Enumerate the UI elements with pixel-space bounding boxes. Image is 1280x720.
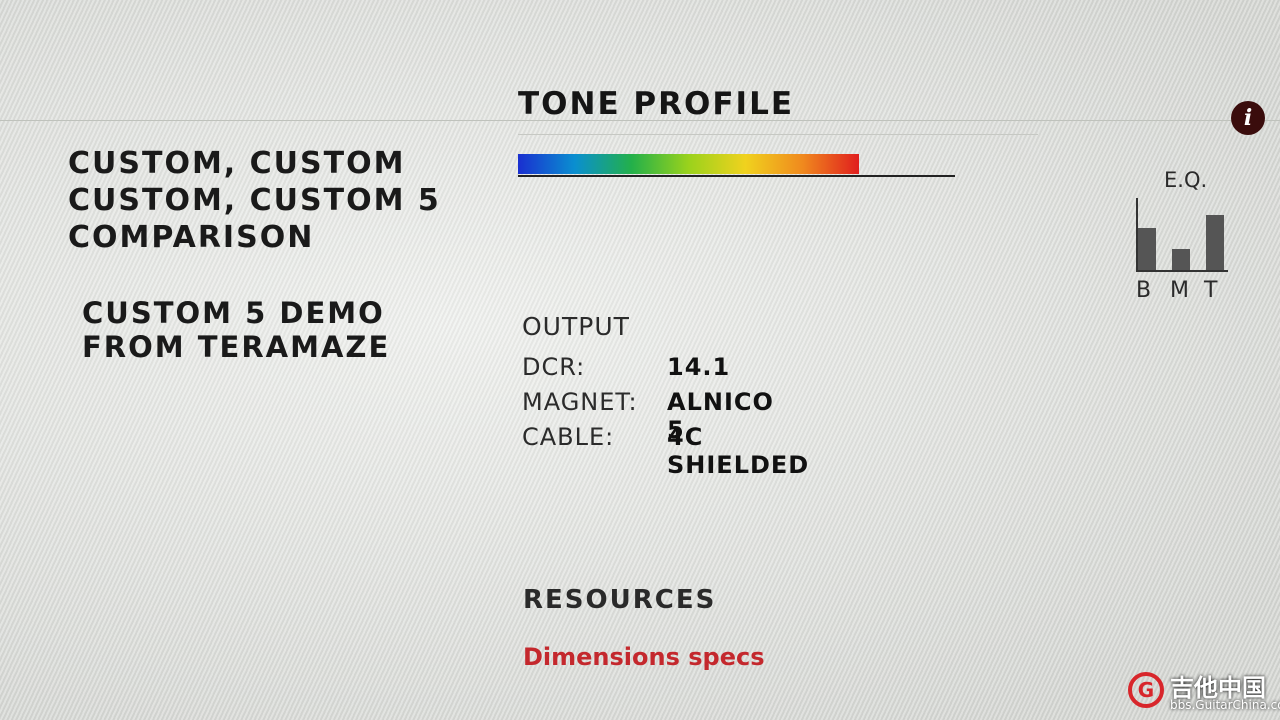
spec-row-cable: CABLE: 4C SHIELDED	[522, 423, 808, 479]
output-heading: OUTPUT	[522, 312, 630, 341]
spec-label: CABLE:	[522, 423, 615, 451]
spec-label: DCR:	[522, 353, 586, 381]
eq-baseline	[1136, 270, 1228, 272]
eq-label-treble: T	[1204, 278, 1218, 303]
demo-video-link[interactable]: CUSTOM 5 DEMO FROM TERAMAZE	[82, 296, 442, 364]
output-specs: OUTPUT DCR: 14.1 MAGNET: ALNICO 5 CABLE:…	[522, 312, 808, 479]
comparison-video-link[interactable]: CUSTOM, CUSTOM CUSTOM, CUSTOM 5 COMPARIS…	[68, 145, 468, 256]
tone-profile-divider	[518, 134, 1038, 135]
eq-label-mid: M	[1170, 278, 1189, 303]
spec-label: MAGNET:	[522, 388, 638, 416]
spec-value: 4C SHIELDED	[667, 423, 810, 479]
eq-title: E.Q.	[1164, 168, 1208, 192]
tone-profile-bar	[518, 154, 955, 177]
tone-profile-fill	[518, 154, 859, 174]
spec-row-magnet: MAGNET: ALNICO 5	[522, 388, 773, 444]
eq-chart: E.Q. B M T	[1134, 168, 1234, 308]
eq-label-bass: B	[1136, 278, 1152, 303]
info-icon[interactable]: i	[1231, 101, 1265, 135]
tone-profile-baseline	[518, 175, 955, 177]
resources-title: RESOURCES	[523, 585, 717, 615]
eq-bar-treble	[1206, 215, 1224, 270]
spec-row-dcr: DCR: 14.1	[522, 353, 729, 388]
watermark-url: bbs.GuitarChina.com	[1170, 698, 1280, 712]
spec-value: 14.1	[667, 353, 731, 381]
dimensions-specs-link[interactable]: Dimensions specs	[523, 643, 765, 671]
video-list: CUSTOM, CUSTOM CUSTOM, CUSTOM 5 COMPARIS…	[68, 145, 468, 256]
tone-profile-title: TONE PROFILE	[518, 86, 794, 122]
eq-bar-bass	[1138, 228, 1156, 270]
guitarchina-logo-icon: G	[1128, 672, 1164, 708]
site-watermark: G 吉他中国 bbs.GuitarChina.com	[1124, 668, 1280, 716]
eq-bar-mid	[1172, 249, 1190, 270]
